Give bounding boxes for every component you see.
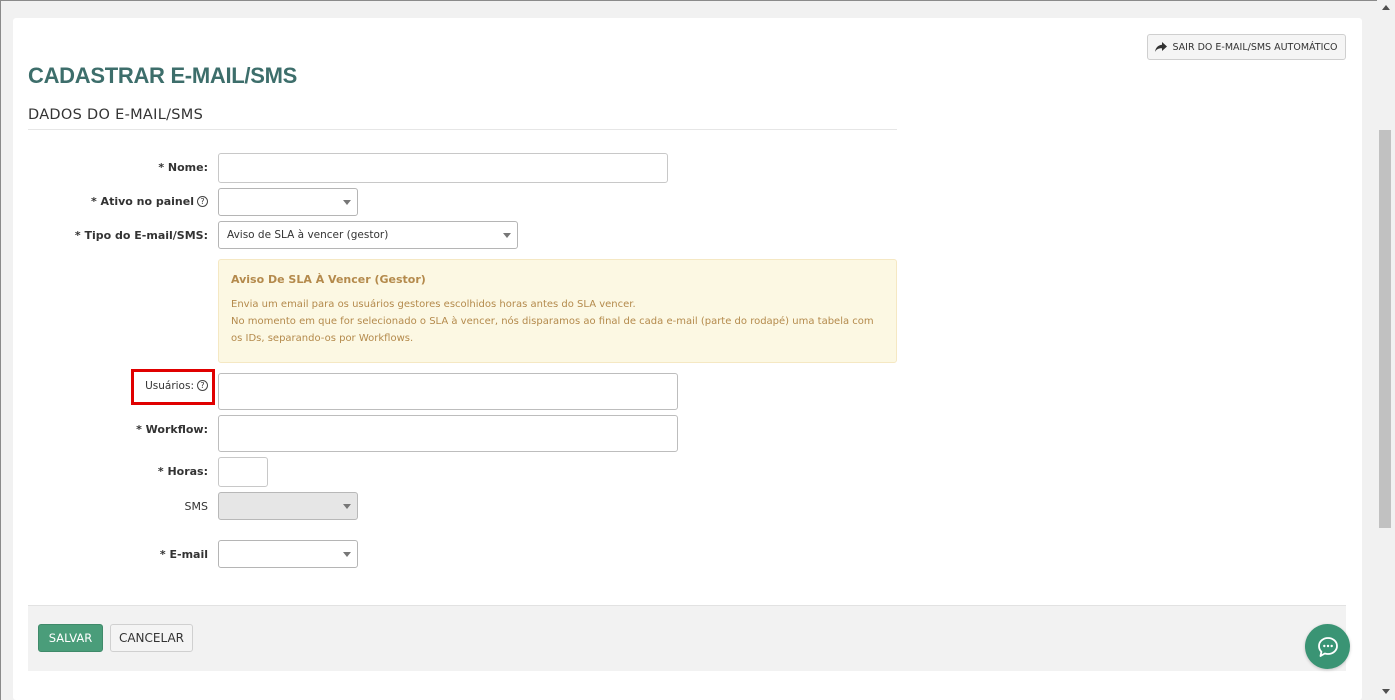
exit-automatic-email-button[interactable]: SAIR DO E-MAIL/SMS AUTOMÁTICO (1147, 34, 1346, 60)
tipo-label: * Tipo do E-mail/SMS: (74, 229, 208, 242)
sms-label: SMS (184, 500, 208, 513)
question-circle-icon[interactable]: ? (197, 380, 208, 391)
section-title: DADOS DO E-MAIL/SMS (28, 107, 204, 123)
scroll-up-icon[interactable] (1382, 5, 1390, 10)
share-arrow-icon (1155, 42, 1168, 52)
scrollbar-thumb[interactable] (1379, 130, 1391, 528)
chevron-down-icon (343, 552, 351, 557)
window-border-top (0, 0, 1395, 1)
tipo-select-value: Aviso de SLA à vencer (gestor) (227, 229, 389, 241)
form-footer (28, 605, 1346, 671)
workflow-label: * Workflow: (136, 423, 208, 436)
chat-button[interactable] (1305, 624, 1350, 669)
chevron-down-icon (343, 504, 351, 509)
info-description: Envia um email para os usuários gestores… (231, 296, 884, 347)
section-divider (28, 129, 897, 130)
horas-label: * Horas: (157, 465, 208, 478)
page-title: CADASTRAR E-MAIL/SMS (28, 63, 297, 88)
chevron-down-icon (343, 200, 351, 205)
sms-select[interactable] (218, 492, 358, 520)
email-select[interactable] (218, 540, 358, 568)
nome-label: * Nome: (158, 161, 208, 174)
usuarios-label: Usuários:? (145, 380, 208, 392)
info-alert: Aviso De SLA À Vencer (Gestor) Envia um … (218, 259, 897, 363)
info-title: Aviso De SLA À Vencer (Gestor) (231, 273, 426, 286)
horas-input[interactable] (218, 457, 268, 487)
exit-button-label: SAIR DO E-MAIL/SMS AUTOMÁTICO (1172, 41, 1338, 53)
cancel-button[interactable]: CANCELAR (110, 624, 193, 652)
info-line-2: No momento em que for selecionado o SLA … (231, 316, 874, 344)
tipo-select[interactable]: Aviso de SLA à vencer (gestor) (218, 221, 518, 249)
chat-bubble-icon (1317, 636, 1338, 657)
question-circle-icon[interactable]: ? (197, 196, 208, 207)
email-label: * E-mail (159, 548, 208, 561)
nome-input[interactable] (218, 153, 668, 183)
info-line-1: Envia um email para os usuários gestores… (231, 299, 636, 310)
ativo-painel-label: * Ativo no painel? (91, 195, 208, 208)
save-button[interactable]: SALVAR (38, 624, 103, 652)
workflow-input[interactable] (218, 415, 678, 452)
scroll-down-icon[interactable] (1382, 689, 1390, 694)
usuarios-input[interactable] (218, 373, 678, 410)
vertical-scrollbar[interactable] (1377, 0, 1395, 700)
ativo-painel-select[interactable] (218, 188, 358, 216)
window-border-left (0, 0, 1, 700)
chevron-down-icon (503, 233, 511, 238)
